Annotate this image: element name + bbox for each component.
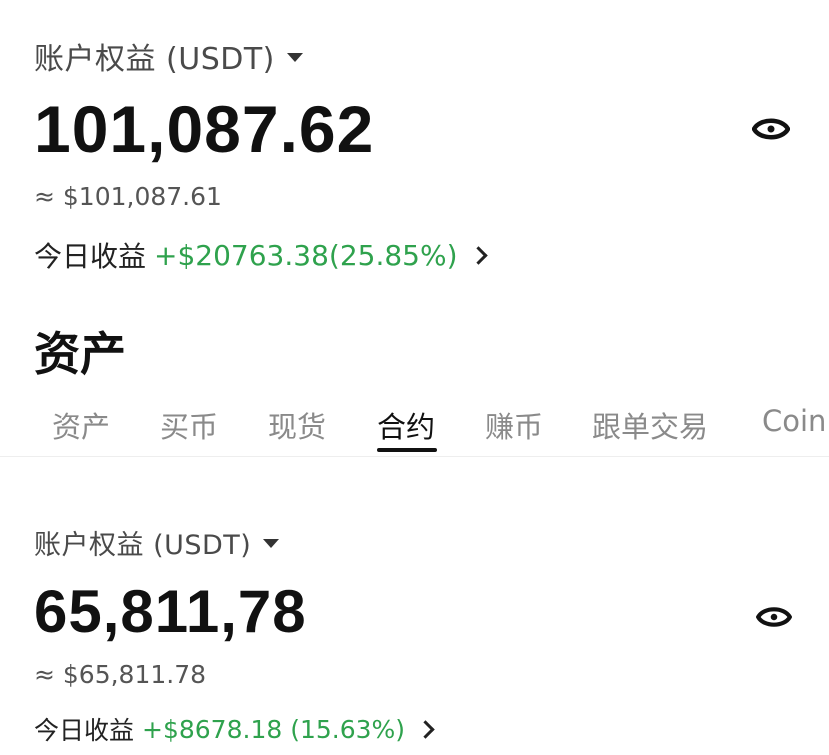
eye-icon[interactable] (756, 603, 792, 631)
eye-icon[interactable] (752, 114, 790, 144)
today-pnl-label: 今日收益 (34, 240, 147, 273)
tab-earn[interactable]: 赚币 (485, 404, 543, 446)
tab-assets[interactable]: 资产 (52, 404, 110, 446)
equity-label: 账户权益 (USDT) (34, 42, 275, 77)
today-pnl-value: +$8678.18 (15.63%) (142, 714, 406, 744)
equity-amount: 101,087.62 (34, 92, 375, 166)
caret-down-icon (263, 538, 280, 548)
equity-usd-approx: ≈ $65,811.78 (34, 660, 207, 689)
equity-amount: 65,811,78 (34, 578, 307, 645)
asset-tabs: 资产 买币 现货 合约 赚币 跟单交易 Coin (0, 396, 829, 457)
tab-spot[interactable]: 现货 (268, 404, 326, 446)
equity-currency-selector[interactable]: 账户权益 (USDT) (34, 34, 814, 78)
today-pnl-value: +$20763.38(25.85%) (154, 238, 458, 272)
top-account-section: 账户权益 (USDT) 101,087.62 ≈ $101,087.61 今日收… (34, 34, 814, 275)
today-pnl-link[interactable]: 今日收益 +$20763.38(25.85%) (34, 235, 814, 275)
tab-futures[interactable]: 合约 (377, 404, 435, 446)
assets-page: 账户权益 (USDT) 101,087.62 ≈ $101,087.61 今日收… (0, 0, 829, 755)
today-pnl-label: 今日收益 (34, 716, 135, 745)
caret-down-icon (286, 52, 303, 62)
equity-label: 账户权益 (USDT) (34, 529, 252, 561)
tab-coin[interactable]: Coin (762, 404, 826, 438)
chevron-right-icon (468, 245, 488, 265)
equity-usd-approx: ≈ $101,087.61 (34, 182, 222, 211)
equity-currency-selector[interactable]: 账户权益 (USDT) (34, 522, 814, 562)
tab-buy-crypto[interactable]: 买币 (160, 404, 218, 446)
futures-account-section: 账户权益 (USDT) 65,811,78 ≈ $65,811.78 今日收益 … (34, 522, 814, 747)
today-pnl-link[interactable]: 今日收益 +$8678.18 (15.63%) (34, 711, 814, 747)
active-tab-indicator (377, 448, 437, 452)
chevron-right-icon (416, 719, 435, 739)
tab-copy-trading[interactable]: 跟单交易 (592, 404, 708, 446)
page-title: 资产 (34, 327, 126, 381)
